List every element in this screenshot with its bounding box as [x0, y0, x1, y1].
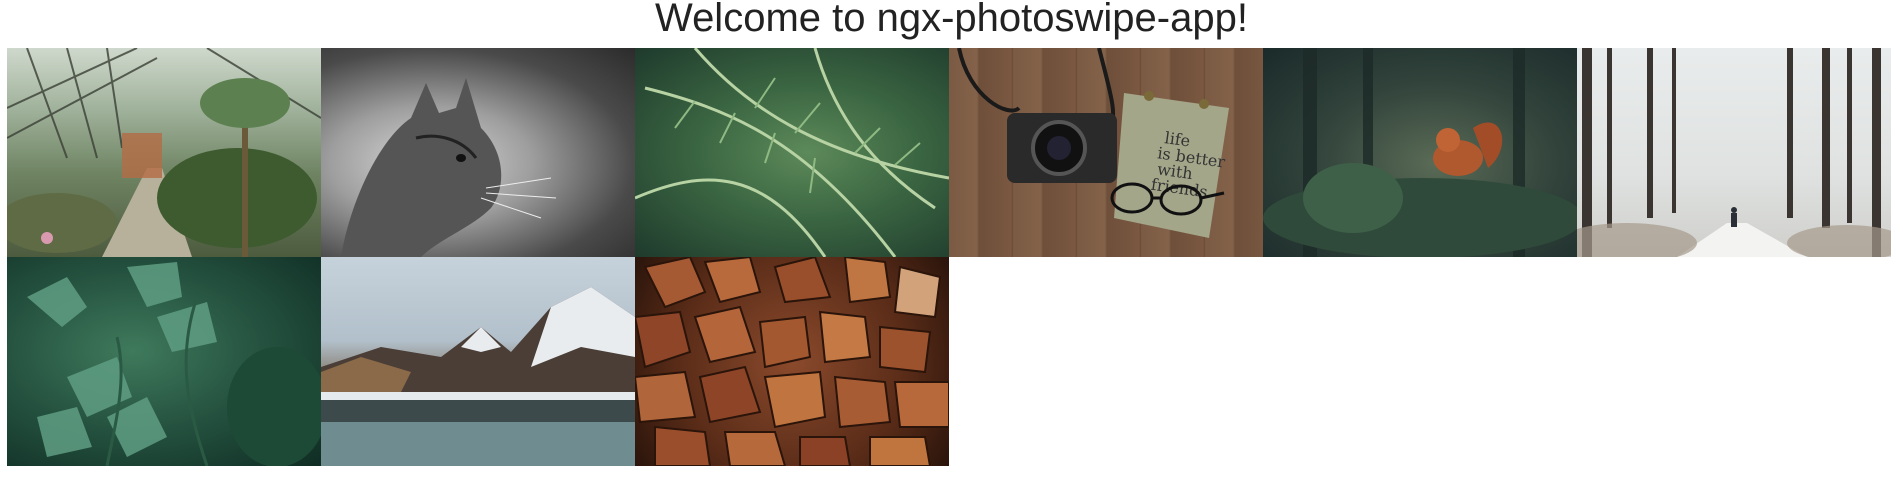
gallery-thumb-forest[interactable] [1577, 48, 1891, 257]
wood-image [635, 257, 949, 466]
gallery-thumb-cat[interactable] [321, 48, 635, 257]
gallery-thumb-parsley[interactable] [7, 257, 321, 466]
camera-image: lifeis betterwithfriends [957, 48, 1229, 238]
gallery-thumb-fern[interactable] [635, 48, 949, 257]
parsley-image [27, 262, 321, 466]
gallery-thumb-camera[interactable]: lifeis betterwithfriends [949, 48, 1263, 257]
greenhouse-image [7, 48, 321, 257]
cat-image [341, 78, 557, 257]
fern-image [635, 48, 949, 257]
page-title: Welcome to ngx-photoswipe-app! [655, 0, 1248, 40]
photo-gallery: lifeis betterwithfriends [7, 48, 1891, 466]
gallery-thumb-greenhouse[interactable] [7, 48, 321, 257]
gallery-thumb-mountain[interactable] [321, 257, 635, 466]
gallery-thumb-squirrel[interactable] [1263, 48, 1577, 257]
gallery-thumb-wood[interactable] [635, 257, 949, 466]
forest-image [1577, 48, 1891, 257]
mountain-image [321, 287, 635, 466]
squirrel-image [1263, 48, 1577, 257]
